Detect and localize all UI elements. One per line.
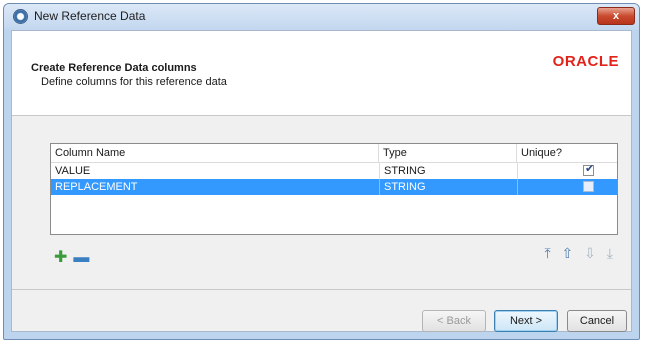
move-down-icon[interactable]: ⇩ (584, 245, 596, 262)
cell-unique (517, 179, 619, 195)
cancel-button[interactable]: Cancel (567, 310, 627, 332)
reorder-toolbar: ⤒ ⇧ ⇩ ⤓ (537, 245, 613, 262)
move-up-icon[interactable]: ⇧ (562, 245, 574, 262)
unique-checkbox[interactable] (583, 181, 594, 192)
cell-column-name[interactable]: REPLACEMENT (51, 179, 379, 195)
columns-table: Column Name Type Unique? VALUE STRING ✔ … (50, 143, 618, 235)
column-header-unique[interactable]: Unique? (517, 144, 619, 162)
table-row[interactable]: VALUE STRING ✔ (51, 163, 617, 179)
cell-type[interactable]: STRING (379, 179, 517, 195)
table-row[interactable]: REPLACEMENT STRING (51, 179, 617, 195)
dialog-window: New Reference Data x Create Reference Da… (3, 3, 640, 340)
check-icon: ✔ (585, 163, 595, 175)
column-header-name[interactable]: Column Name (51, 144, 379, 162)
page-subtitle: Define columns for this reference data (41, 76, 227, 88)
close-button[interactable]: x (597, 7, 635, 25)
window-title: New Reference Data (34, 9, 146, 23)
app-icon (13, 9, 28, 24)
plus-icon[interactable]: ✚ (54, 247, 67, 267)
footer-divider (12, 289, 631, 290)
next-button[interactable]: Next > (494, 310, 558, 332)
move-bottom-icon[interactable]: ⤓ (607, 245, 613, 262)
column-header-type[interactable]: Type (379, 144, 517, 162)
table-header: Column Name Type Unique? (51, 144, 617, 163)
cell-unique: ✔ (517, 163, 619, 179)
unique-checkbox[interactable]: ✔ (583, 163, 595, 176)
back-button[interactable]: < Back (422, 310, 486, 332)
minus-icon[interactable]: ▬ (73, 249, 89, 267)
cell-type[interactable]: STRING (379, 163, 517, 179)
oracle-logo: ORACLE (552, 53, 619, 70)
add-remove-toolbar: ✚ ▬ (54, 247, 95, 267)
cell-column-name[interactable]: VALUE (51, 163, 379, 179)
page-title: Create Reference Data columns (31, 62, 197, 74)
wizard-header: Create Reference Data columns Define col… (12, 31, 631, 116)
move-top-icon[interactable]: ⤒ (544, 245, 550, 262)
title-bar: New Reference Data x (4, 4, 639, 30)
dialog-body: Create Reference Data columns Define col… (11, 30, 632, 332)
